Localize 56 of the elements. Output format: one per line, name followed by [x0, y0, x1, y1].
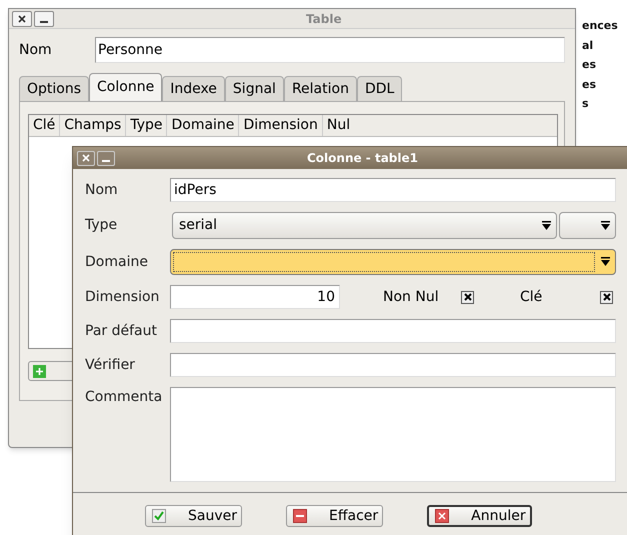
minus-icon	[293, 509, 307, 523]
field-label: Nom	[85, 180, 119, 200]
plus-icon	[33, 364, 46, 378]
checkbox[interactable]	[461, 290, 474, 304]
dropdown-arrow-icon	[601, 257, 610, 267]
minimize-icon	[102, 160, 110, 162]
tab[interactable]: Colonne	[89, 73, 162, 101]
comment-field[interactable]	[170, 387, 616, 482]
tab[interactable]: Indexe	[162, 76, 225, 101]
dropdown-arrow-icon	[542, 220, 551, 230]
field-label: Non Nul	[383, 288, 440, 306]
default-field[interactable]	[170, 319, 616, 343]
close-icon	[82, 154, 90, 162]
field-label: Commenta	[85, 388, 164, 407]
field-label: Vérifier	[85, 356, 136, 374]
window-title: Table	[306, 10, 342, 28]
field-label: Domaine	[85, 252, 149, 272]
field-label: Type	[85, 216, 118, 235]
checkbox[interactable]	[600, 290, 613, 304]
check-icon	[152, 509, 166, 523]
close-button[interactable]	[12, 10, 32, 26]
minimize-button[interactable]	[34, 10, 54, 26]
tree-item-text: es	[582, 76, 598, 92]
tab[interactable]: Relation	[284, 76, 357, 101]
field-label: Dimension	[85, 288, 160, 306]
domain-dropdown[interactable]	[170, 249, 616, 275]
type-dropdown[interactable]: serial	[172, 212, 557, 239]
tree-item-text: ences	[582, 18, 618, 34]
minimize-icon	[40, 20, 48, 22]
column-header[interactable]: Clé	[29, 115, 60, 136]
check-field[interactable]	[170, 353, 616, 377]
field-label: Par défaut	[85, 322, 158, 340]
window-title: Colonne - table1	[307, 150, 418, 167]
dimension-field[interactable]: 10	[170, 285, 340, 309]
dialog-button[interactable]: Annuler	[427, 505, 532, 527]
tree-item-text: s	[582, 96, 590, 112]
column-header[interactable]: Dimension	[239, 115, 323, 136]
column-header[interactable]: Type	[126, 115, 168, 136]
column-header[interactable]: Domaine	[167, 115, 240, 136]
close-icon	[435, 509, 450, 523]
tab[interactable]: DDL	[356, 76, 402, 101]
dialog-button[interactable]: Sauver	[145, 505, 242, 527]
tab[interactable]: Options	[19, 76, 90, 101]
size-dropdown[interactable]	[559, 212, 616, 239]
dropdown-arrow-icon	[601, 220, 610, 230]
tree-item-text: al	[582, 38, 594, 54]
tab[interactable]: Signal	[224, 76, 284, 101]
tree-item-text: es	[582, 57, 598, 73]
column-header[interactable]: Champs	[60, 115, 126, 136]
field-label: Clé	[520, 288, 544, 306]
name-field[interactable]: idPers	[170, 178, 616, 202]
name-label: Nom	[19, 40, 53, 60]
close-icon	[18, 14, 26, 22]
column-header[interactable]: Nul	[322, 115, 557, 136]
name-field[interactable]: Personne	[95, 37, 565, 63]
dialog-button[interactable]: Effacer	[286, 505, 384, 527]
